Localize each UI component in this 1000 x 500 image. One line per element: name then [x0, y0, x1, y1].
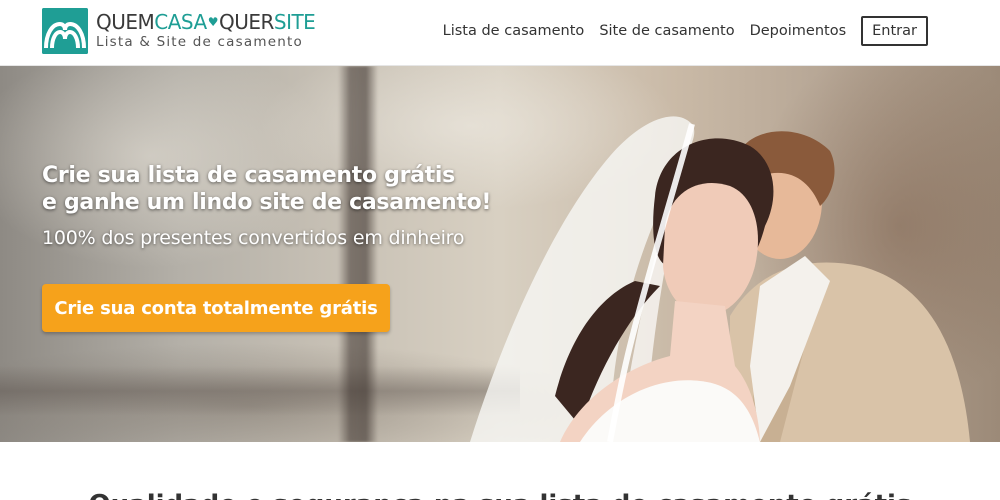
hero-subtitle: 100% dos presentes convertidos em dinhei…: [42, 227, 465, 249]
hero-title-line-2: e ganhe um lindo site de casamento!: [42, 190, 492, 215]
heart-logo-icon: [42, 8, 88, 54]
features-section: Qualidade e segurança na sua lista de ca…: [0, 442, 1000, 500]
hero-background-rail: [0, 366, 520, 416]
nav-depoimentos[interactable]: Depoimentos: [750, 23, 847, 39]
create-account-button[interactable]: Crie sua conta totalmente grátis: [42, 284, 390, 332]
brand-name: QUEMCASA♥QUERSITE: [96, 10, 316, 34]
hero-content: Crie sua lista de casamento grátis e gan…: [42, 162, 491, 332]
main-nav: Lista de casamento Site de casamento Dep…: [428, 16, 928, 46]
section-title: Qualidade e segurança na sua lista de ca…: [0, 490, 1000, 500]
wedding-couple-photo: [470, 116, 970, 442]
brand-tagline: Lista & Site de casamento: [96, 34, 303, 50]
nav-site-de-casamento[interactable]: Site de casamento: [599, 23, 734, 39]
hero-banner: Crie sua lista de casamento grátis e gan…: [0, 66, 1000, 442]
brand-logo[interactable]: QUEMCASA♥QUERSITE Lista & Site de casame…: [42, 8, 316, 54]
site-header: QUEMCASA♥QUERSITE Lista & Site de casame…: [0, 0, 1000, 66]
hero-title: Crie sua lista de casamento grátis e gan…: [42, 162, 491, 216]
login-button[interactable]: Entrar: [861, 16, 928, 46]
hero-background-lamppost: [338, 66, 378, 442]
hero-title-line-1: Crie sua lista de casamento grátis: [42, 163, 455, 188]
heart-icon: ♥: [207, 15, 219, 29]
nav-lista-de-casamento[interactable]: Lista de casamento: [443, 23, 585, 39]
